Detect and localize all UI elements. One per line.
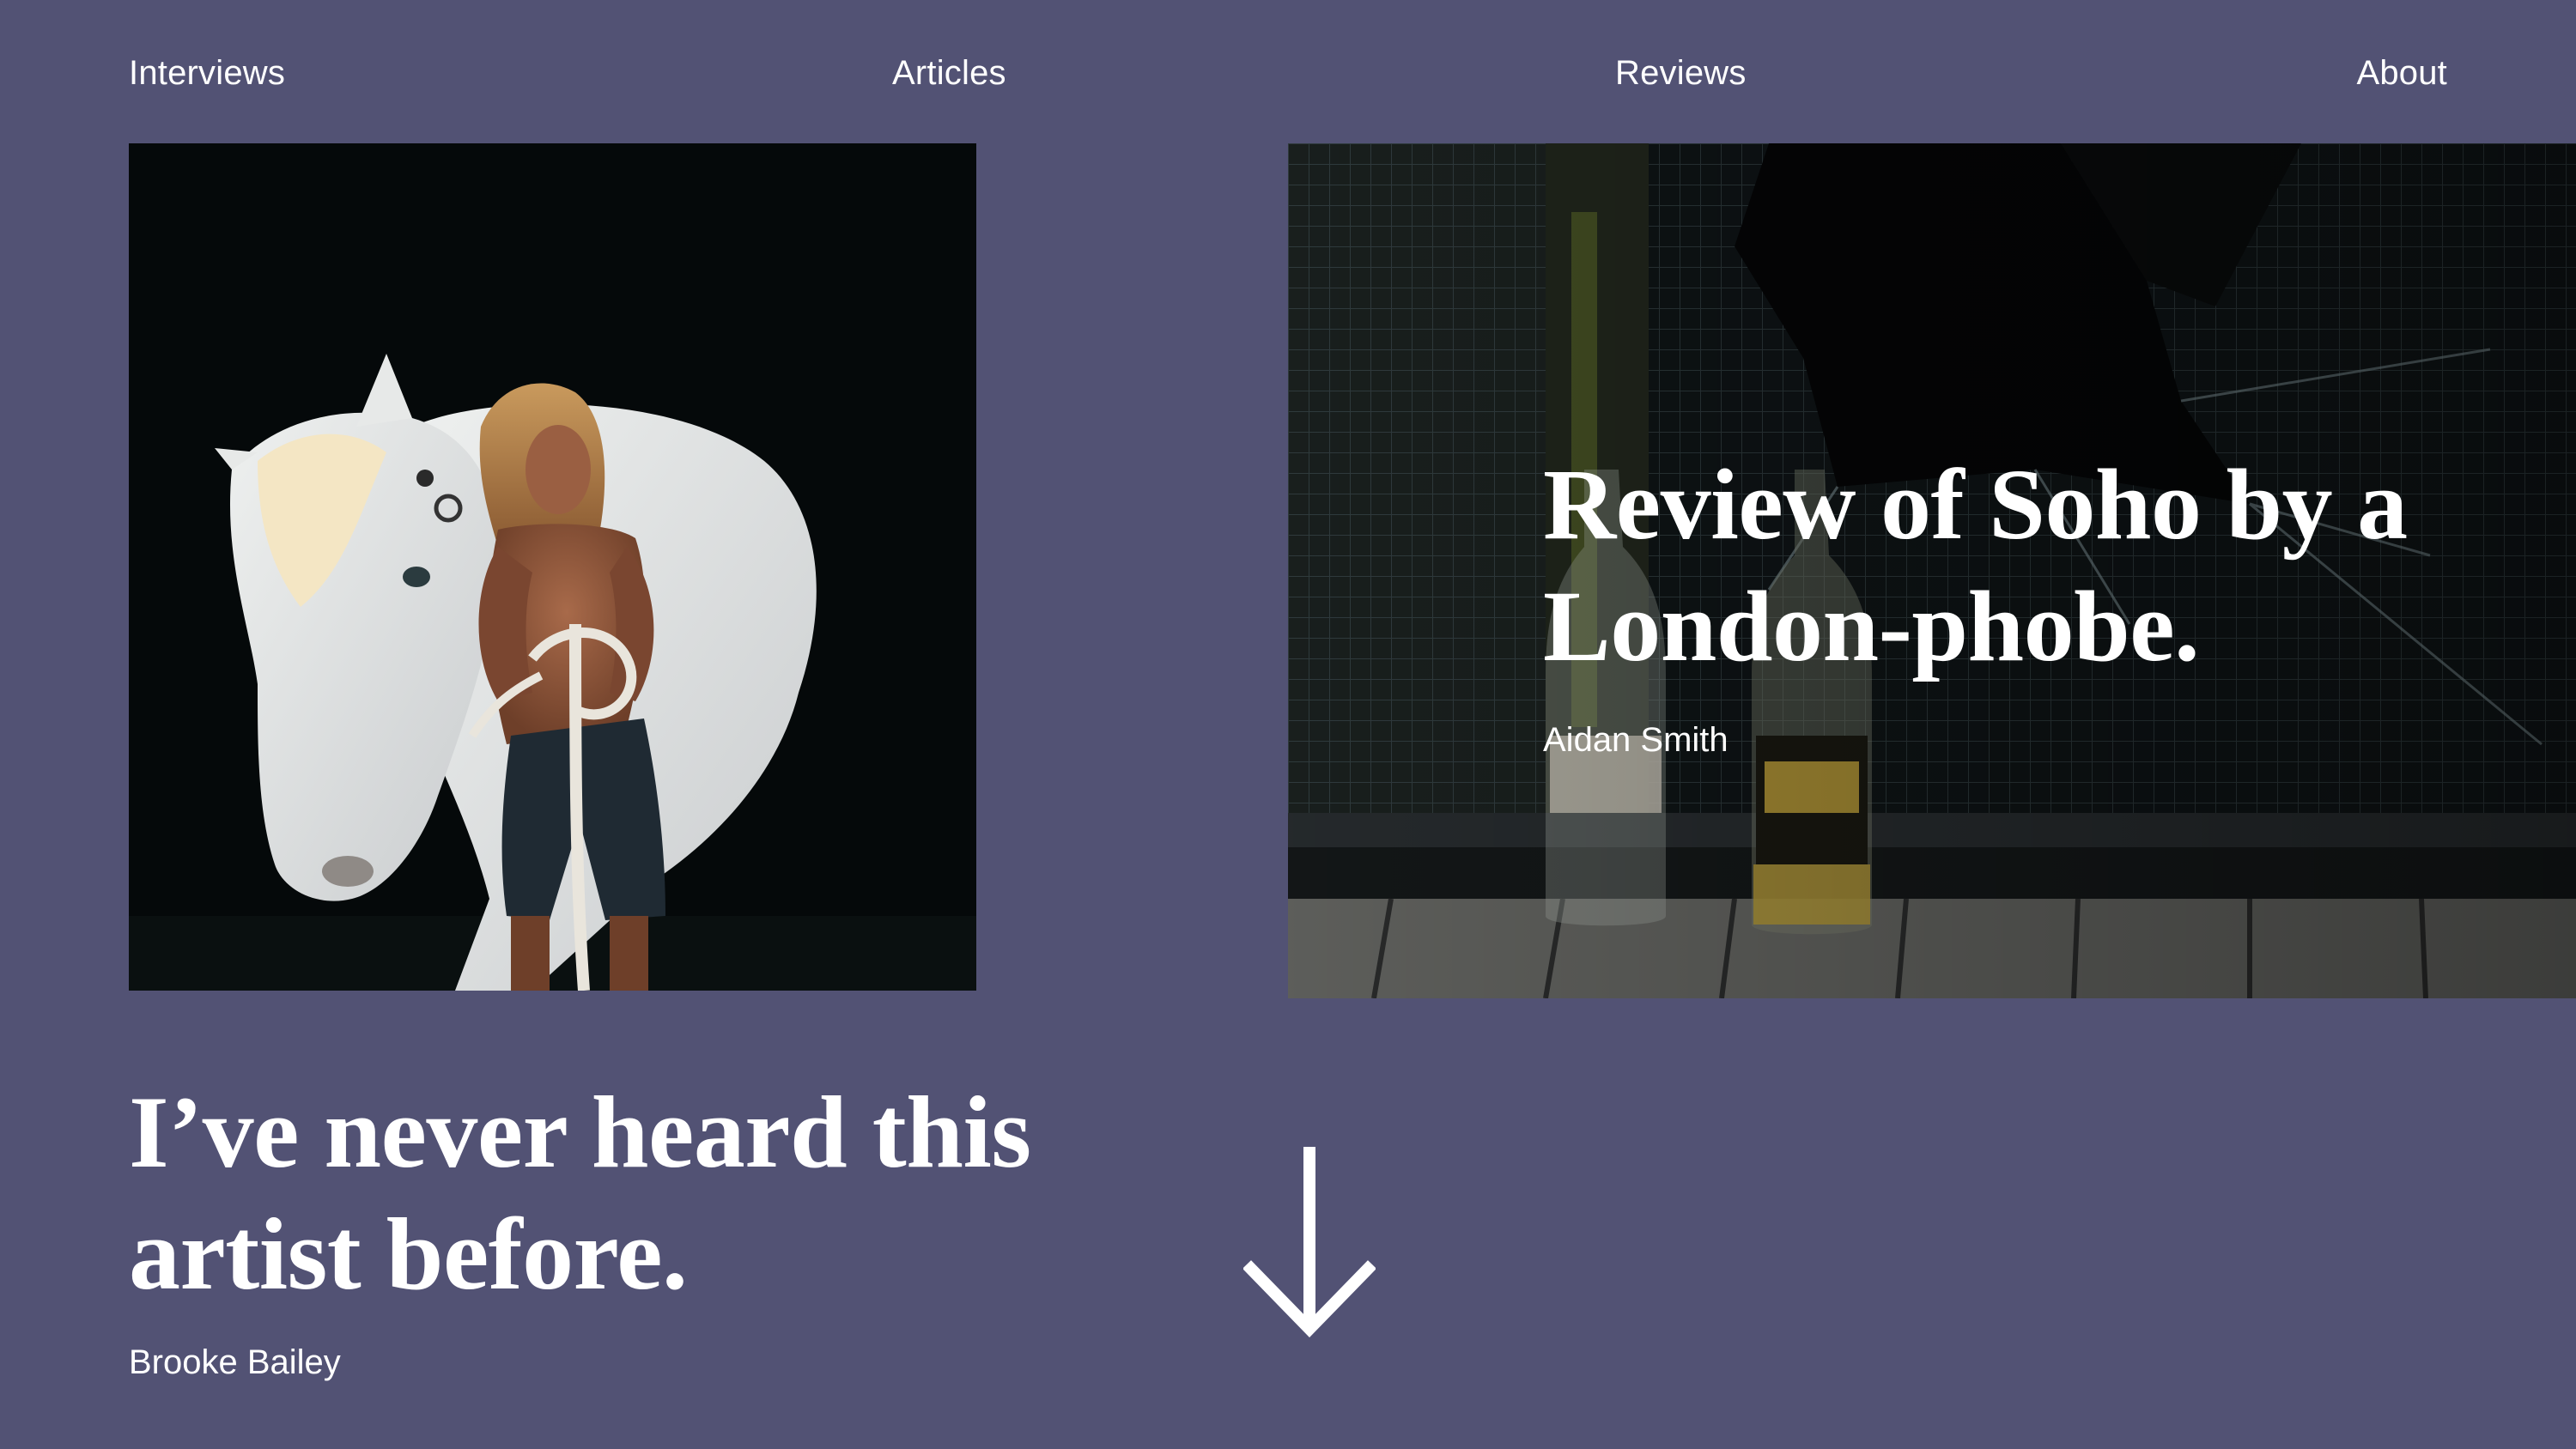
nav-link-reviews[interactable]: Reviews xyxy=(1615,52,1747,94)
nav-link-about[interactable]: About xyxy=(2356,52,2447,94)
horse-woman-photo xyxy=(129,143,976,991)
feature-left-title[interactable]: I’ve never heard this artist before. xyxy=(129,1071,1159,1315)
scroll-down-arrow-icon[interactable] xyxy=(1243,1147,1376,1337)
feature-right-author: Aidan Smith xyxy=(1543,721,1728,759)
feature-right-title[interactable]: Review of Soho by a London-phobe. xyxy=(1543,444,2530,688)
arrow-down-icon xyxy=(1243,1147,1376,1337)
feature-left-author: Brooke Bailey xyxy=(129,1343,341,1381)
nav-link-articles[interactable]: Articles xyxy=(892,52,1006,94)
feature-left-photo[interactable] xyxy=(129,143,976,991)
nav-link-interviews[interactable]: Interviews xyxy=(129,52,285,94)
